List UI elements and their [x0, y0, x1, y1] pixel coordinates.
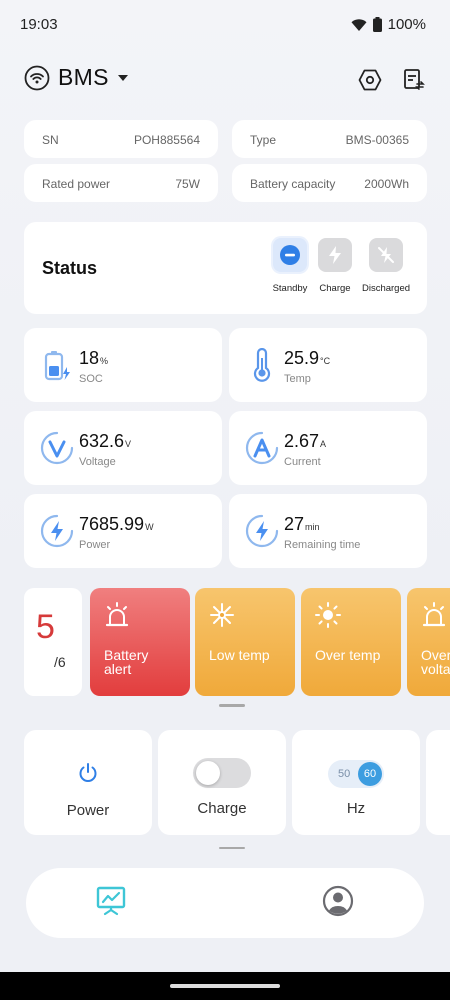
snowflake-icon [210, 603, 234, 627]
metric-label: SOC [79, 373, 103, 385]
power-label: Power [66, 802, 110, 819]
hz-switch[interactable]: 50 60 [328, 760, 384, 788]
user-icon [322, 885, 354, 917]
info-label: Rated power [42, 177, 111, 191]
wifi-icon [351, 18, 367, 31]
info-label: Battery capacity [250, 177, 336, 191]
hz-option-60: 60 [358, 762, 382, 786]
metric-value: 27min [284, 514, 320, 534]
status-title: Status [42, 258, 98, 278]
tab-profile[interactable] [321, 884, 355, 918]
metric-value: 7685.99W [79, 514, 154, 534]
info-card-sn: SN POH885564 [24, 120, 218, 158]
settings-hex-icon [358, 69, 382, 91]
metric-label: Temp [284, 373, 311, 385]
bottom-tab-bar [26, 868, 424, 938]
metric-power: 7685.99W Power [24, 494, 222, 568]
mode-label: Charge [319, 283, 351, 294]
alert-label: Battery alert [104, 647, 149, 677]
clock: 19:03 [20, 16, 58, 33]
voltage-icon [40, 431, 74, 465]
next-control[interactable] [426, 730, 450, 835]
charge-toggle[interactable] [193, 758, 251, 788]
alarm-light-icon [422, 602, 446, 627]
settings-button[interactable] [356, 66, 384, 94]
metric-temp: 25.9°C Temp [229, 328, 427, 402]
alert-card-low-temp[interactable]: Low temp [195, 588, 295, 696]
alert-label: Over temp [315, 647, 381, 663]
charge-control: Charge [158, 730, 286, 835]
battery-icon [372, 17, 382, 32]
metric-remaining-time: 27min Remaining time [229, 494, 427, 568]
alerts-page-indicator [219, 704, 245, 707]
metric-label: Remaining time [284, 539, 361, 551]
system-navigation-bar [0, 972, 450, 1000]
alert-counter: 5 /6 [24, 588, 82, 696]
status-icons: 100% [351, 16, 426, 33]
bolt-time-icon [245, 514, 279, 548]
system-status-bar: 19:03 100% [0, 0, 450, 52]
tab-dashboard[interactable] [94, 884, 128, 918]
info-label: SN [42, 133, 59, 147]
alert-count: 5 [36, 608, 55, 646]
charge-label: Charge [197, 800, 247, 817]
metric-voltage: 632.6V Voltage [24, 411, 222, 485]
toggle-knob [196, 761, 220, 785]
home-gesture-handle[interactable] [170, 984, 280, 988]
metric-label: Power [79, 539, 111, 551]
info-value: POH885564 [133, 133, 200, 147]
app-header: BMS [24, 64, 426, 98]
hz-control: 50 60 Hz [292, 730, 420, 835]
device-name: BMS [58, 64, 109, 90]
alert-label: Over volta [421, 647, 450, 677]
battery-charging-icon [44, 351, 70, 381]
metric-value: 25.9°C [284, 348, 331, 368]
status-card: Status Standby Charge Discharged [24, 222, 427, 314]
info-card-battery-capacity: Battery capacity 2000Wh [232, 164, 427, 202]
device-selector[interactable]: BMS [24, 64, 129, 91]
mode-charge[interactable]: Charge [309, 238, 361, 294]
dropdown-caret-icon [117, 74, 128, 81]
metric-value: 632.6V [79, 431, 132, 451]
charge-bolt-icon [318, 238, 352, 272]
hz-label: Hz [346, 800, 366, 817]
hz-option-50: 50 [338, 768, 351, 780]
standby-icon [273, 238, 307, 272]
info-value: 75W [175, 177, 200, 191]
current-icon [245, 431, 279, 465]
alert-card-over-voltage[interactable]: Over volta [407, 588, 450, 696]
mode-discharged[interactable]: Discharged [360, 238, 412, 294]
metric-soc: 18% SOC [24, 328, 222, 402]
info-label: Type [250, 133, 277, 147]
alarm-light-icon [105, 602, 129, 627]
metric-label: Current [284, 456, 321, 468]
controls-page-indicator [219, 847, 245, 849]
alert-label: Low temp [209, 647, 270, 663]
info-card-type: Type BMS-00365 [232, 120, 427, 158]
power-icon [79, 763, 97, 782]
alert-card-over-temp[interactable]: Over temp [301, 588, 401, 696]
device-report-button[interactable] [400, 66, 428, 94]
metric-label: Voltage [79, 456, 116, 468]
wifi-circle-icon [24, 65, 50, 90]
metric-value: 2.67A [284, 431, 327, 451]
thermometer-icon [253, 348, 271, 382]
info-card-rated-power: Rated power 75W [24, 164, 218, 202]
power-control[interactable]: Power [24, 730, 152, 835]
mode-label: Discharged [361, 283, 411, 294]
discharged-bolt-off-icon [369, 238, 403, 272]
power-bolt-icon [40, 514, 74, 548]
device-report-icon [404, 69, 425, 90]
monitor-chart-icon [96, 886, 126, 916]
info-value: BMS-00365 [345, 133, 409, 147]
metric-value: 18% [79, 348, 109, 368]
battery-percent: 100% [387, 16, 426, 33]
sun-icon [315, 602, 341, 628]
metric-current: 2.67A Current [229, 411, 427, 485]
alert-total: /6 [54, 654, 66, 670]
info-value: 2000Wh [364, 177, 409, 191]
alert-card-battery[interactable]: Battery alert [90, 588, 190, 696]
